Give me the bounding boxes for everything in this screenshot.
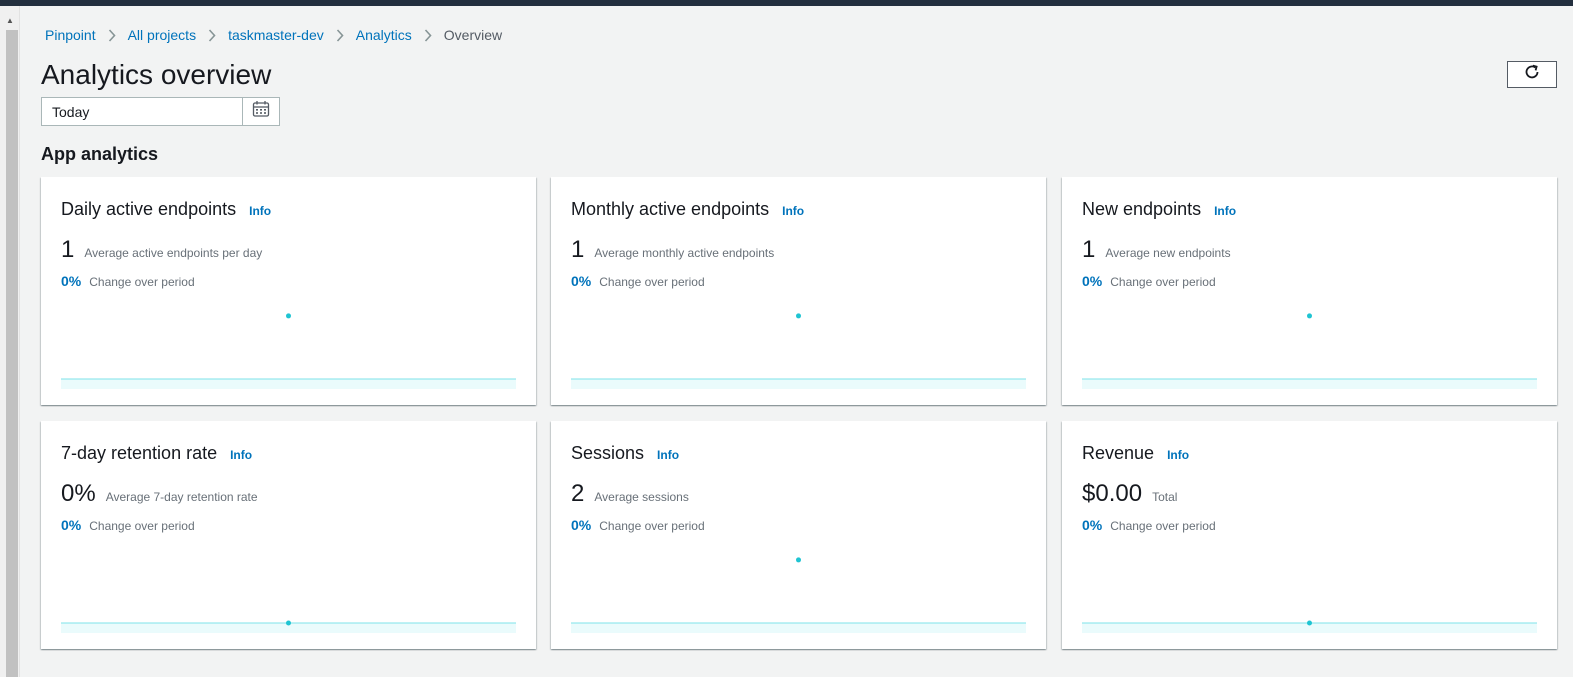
metric-row: 1 Average monthly active endpoints <box>571 236 774 264</box>
scroll-up-arrow-icon[interactable]: ▲ <box>6 17 14 25</box>
refresh-icon <box>1523 63 1541 86</box>
refresh-button[interactable] <box>1507 61 1557 88</box>
metric-card-daily-active-endpoints: Daily active endpoints Info 1 Average acti… <box>41 177 536 405</box>
change-value: 0% <box>1082 517 1103 533</box>
change-row: 0% Change over period <box>1082 273 1216 289</box>
change-row: 0% Change over period <box>61 517 195 533</box>
metric-card-monthly-active-endpoints: Monthly active endpoints Info 1 Average mo… <box>551 177 1046 405</box>
breadcrumb-project[interactable]: taskmaster-dev <box>228 26 324 44</box>
metric-row: 1 Average active endpoints per day <box>61 236 262 264</box>
card-title: 7-day retention rate Info <box>61 442 252 466</box>
chart-area-fill <box>571 623 1026 633</box>
top-bar <box>0 0 1573 6</box>
card-title-text: Sessions <box>571 443 645 463</box>
change-description: Change over period <box>599 275 705 289</box>
page-title: Analytics overview <box>41 59 272 90</box>
breadcrumb: Pinpoint All projects taskmaster-dev Ana… <box>45 26 502 44</box>
metric-value: 1 <box>571 236 585 263</box>
metric-description: Average active endpoints per day <box>84 246 263 260</box>
change-value: 0% <box>571 273 592 289</box>
change-description: Change over period <box>1110 275 1216 289</box>
card-title-text: Monthly active endpoints <box>571 199 770 219</box>
section-title: App analytics <box>41 144 159 164</box>
breadcrumb-pinpoint[interactable]: Pinpoint <box>45 26 96 44</box>
info-link[interactable]: Info <box>657 444 679 466</box>
date-range-input[interactable] <box>42 98 242 125</box>
metric-row: $0.00 Total <box>1082 480 1177 508</box>
metric-row: 2 Average sessions <box>571 480 689 508</box>
chart-data-point[interactable] <box>796 313 801 319</box>
change-description: Change over period <box>89 519 195 533</box>
new-endpoints-chart <box>1082 313 1537 389</box>
card-title: Daily active endpoints Info <box>61 198 271 222</box>
breadcrumb-analytics[interactable]: Analytics <box>356 26 412 44</box>
metric-value: 2 <box>571 480 585 507</box>
change-value: 0% <box>61 517 82 533</box>
chart-area-fill <box>61 379 516 389</box>
calendar-button[interactable] <box>242 98 279 125</box>
scrollbar[interactable]: ▲ <box>0 6 20 677</box>
metric-description: Average monthly active endpoints <box>594 246 775 260</box>
sessions-chart <box>571 557 1026 633</box>
change-row: 0% Change over period <box>571 273 705 289</box>
change-description: Change over period <box>89 275 195 289</box>
daily-active-endpoints-chart <box>61 313 516 389</box>
chart-area-fill <box>571 379 1026 389</box>
revenue-chart <box>1082 620 1537 633</box>
info-link[interactable]: Info <box>1214 200 1236 222</box>
metric-card-revenue: Revenue Info $0.00 Total 0% Change over per… <box>1062 421 1557 649</box>
metric-value: 1 <box>1082 236 1096 263</box>
breadcrumb-current: Overview <box>443 27 503 43</box>
change-row: 0% Change over period <box>61 273 195 289</box>
card-title-text: New endpoints <box>1082 199 1202 219</box>
change-row: 0% Change over period <box>571 517 705 533</box>
metric-value: 1 <box>61 236 75 263</box>
card-title-text: 7-day retention rate <box>61 443 218 463</box>
change-description: Change over period <box>1110 519 1216 533</box>
info-link[interactable]: Info <box>249 200 271 222</box>
chevron-right-icon <box>196 26 228 44</box>
card-title: Revenue Info <box>1082 442 1189 466</box>
metric-description: Total <box>1152 490 1178 504</box>
metric-card-new-endpoints: New endpoints Info 1 Average new endpoints… <box>1062 177 1557 405</box>
date-range-picker[interactable] <box>41 97 280 126</box>
chevron-right-icon <box>412 26 444 44</box>
metric-card-sessions: Sessions Info 2 Average sessions 0% Change … <box>551 421 1046 649</box>
chart-data-point[interactable] <box>1307 313 1312 319</box>
monthly-active-endpoints-chart <box>571 313 1026 389</box>
chart-data-point[interactable] <box>1307 620 1312 626</box>
breadcrumb-all-projects[interactable]: All projects <box>128 26 196 44</box>
retention-rate-chart <box>61 620 516 633</box>
scrollbar-thumb[interactable] <box>6 30 18 677</box>
change-row: 0% Change over period <box>1082 517 1216 533</box>
metric-card-retention-rate: 7-day retention rate Info 0% Average 7-day… <box>41 421 536 649</box>
metric-value: 0% <box>61 480 96 507</box>
change-value: 0% <box>61 273 82 289</box>
card-title-text: Daily active endpoints <box>61 199 237 219</box>
card-title-text: Revenue <box>1082 443 1155 463</box>
info-link[interactable]: Info <box>782 200 804 222</box>
metric-description: Average sessions <box>594 490 689 504</box>
info-link[interactable]: Info <box>1167 444 1189 466</box>
calendar-icon <box>252 100 270 123</box>
change-description: Change over period <box>599 519 705 533</box>
metric-description: Average 7-day retention rate <box>105 490 258 504</box>
chart-data-point[interactable] <box>286 620 291 626</box>
change-value: 0% <box>1082 273 1103 289</box>
metric-description: Average new endpoints <box>1105 246 1231 260</box>
info-link[interactable]: Info <box>230 444 252 466</box>
card-title: Sessions Info <box>571 442 679 466</box>
chart-data-point[interactable] <box>796 557 801 563</box>
chart-area-fill <box>1082 379 1537 389</box>
metric-row: 0% Average 7-day retention rate <box>61 480 258 508</box>
card-title: Monthly active endpoints Info <box>571 198 804 222</box>
metric-value: $0.00 <box>1082 480 1143 507</box>
change-value: 0% <box>571 517 592 533</box>
chart-data-point[interactable] <box>286 313 291 319</box>
metric-row: 1 Average new endpoints <box>1082 236 1231 264</box>
chevron-right-icon <box>96 26 128 44</box>
chevron-right-icon <box>324 26 356 44</box>
card-title: New endpoints Info <box>1082 198 1236 222</box>
